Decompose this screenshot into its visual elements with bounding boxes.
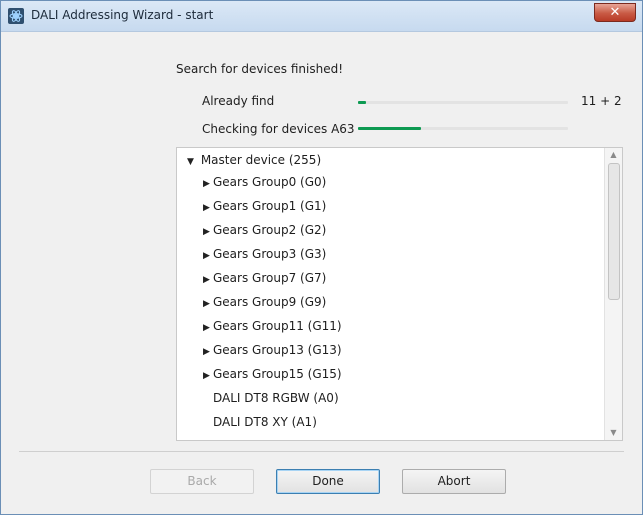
device-count: 11 + 2 [581, 94, 622, 108]
tree-item[interactable]: ▶ Gears Group15 (G15) [177, 363, 622, 387]
tree-item-label: Gears Group2 (G2) [213, 223, 327, 237]
checking-label: Checking for devices A63 [202, 122, 355, 136]
already-find-progress-fill [358, 101, 367, 104]
already-find-progress [358, 101, 568, 104]
tree-item-label: Gears Group9 (G9) [213, 295, 327, 309]
collapsed-arrow-icon[interactable]: ▶ [203, 173, 213, 195]
search-status-heading: Search for devices finished! [176, 62, 344, 76]
tree-item[interactable]: ▶ Gears Group11 (G11) [177, 315, 622, 339]
tree-item[interactable]: ▶ Gears Group0 (G0) [177, 171, 622, 195]
checking-progress [358, 127, 568, 130]
tree-item-label: Gears Group15 (G15) [213, 367, 342, 381]
tree-item-label: DALI DT8 XY (A1) [213, 415, 317, 429]
device-tree[interactable]: ▼ Master device (255) ▶ Gears Group0 (G0)… [176, 147, 623, 441]
tree-item[interactable]: ▶ Gears Group1 (G1) [177, 195, 622, 219]
collapsed-arrow-icon[interactable]: ▶ [203, 365, 213, 387]
collapsed-arrow-icon[interactable]: ▶ [203, 245, 213, 267]
tree-scrollbar[interactable]: ▲ ▼ [604, 148, 622, 440]
collapsed-arrow-icon[interactable]: ▶ [203, 221, 213, 243]
scroll-down-arrow-icon[interactable]: ▼ [605, 426, 622, 440]
collapsed-arrow-icon[interactable]: ▶ [203, 269, 213, 291]
back-button[interactable]: Back [150, 469, 254, 494]
footer-divider [19, 451, 624, 452]
tree-item[interactable]: DALI DT8 RGBW (A0) [177, 387, 622, 409]
tree-item[interactable]: ▶ Gears Group9 (G9) [177, 291, 622, 315]
close-button[interactable]: ✕ [594, 3, 636, 22]
collapsed-arrow-icon[interactable]: ▶ [203, 341, 213, 363]
tree-item-label: DALI DT8 RGBW (A0) [213, 391, 339, 405]
wizard-window: DALI Addressing Wizard - start ✕ Search … [0, 0, 643, 515]
tree-item-label: Gears Group13 (G13) [213, 343, 342, 357]
done-button[interactable]: Done [276, 469, 380, 494]
tree-item[interactable]: ▶ Gears Group2 (G2) [177, 219, 622, 243]
tree-item-label: Gears Group3 (G3) [213, 247, 327, 261]
tree-item-label: Gears Group7 (G7) [213, 271, 327, 285]
tree-item[interactable]: DALI DT8 XY (A1) [177, 411, 622, 433]
tree-root[interactable]: ▼ Master device (255) [177, 149, 612, 171]
collapsed-arrow-icon[interactable]: ▶ [203, 293, 213, 315]
window-title: DALI Addressing Wizard - start [31, 8, 214, 22]
scroll-up-arrow-icon[interactable]: ▲ [605, 148, 622, 162]
checking-progress-fill [358, 127, 421, 130]
tree-root-label: Master device (255) [200, 153, 322, 167]
close-icon: ✕ [609, 5, 621, 20]
collapsed-arrow-icon[interactable]: ▶ [203, 317, 213, 339]
abort-button[interactable]: Abort [402, 469, 506, 494]
expanded-arrow-icon[interactable]: ▼ [187, 151, 197, 173]
tree-item-label: Gears Group11 (G11) [213, 319, 342, 333]
title-bar[interactable]: DALI Addressing Wizard - start ✕ [1, 1, 642, 32]
dali-app-icon [8, 8, 24, 24]
tree-item-label: Gears Group0 (G0) [213, 175, 327, 189]
tree-item[interactable]: ▶ Gears Group7 (G7) [177, 267, 622, 291]
collapsed-arrow-icon[interactable]: ▶ [203, 197, 213, 219]
tree-item[interactable]: ▶ Gears Group3 (G3) [177, 243, 622, 267]
tree-item[interactable]: ▶ Gears Group13 (G13) [177, 339, 622, 363]
already-find-label: Already find [202, 94, 275, 108]
wizard-content: Search for devices finished! Already fin… [1, 32, 642, 514]
tree-item-label: Gears Group1 (G1) [213, 199, 327, 213]
scroll-thumb[interactable] [608, 163, 620, 300]
